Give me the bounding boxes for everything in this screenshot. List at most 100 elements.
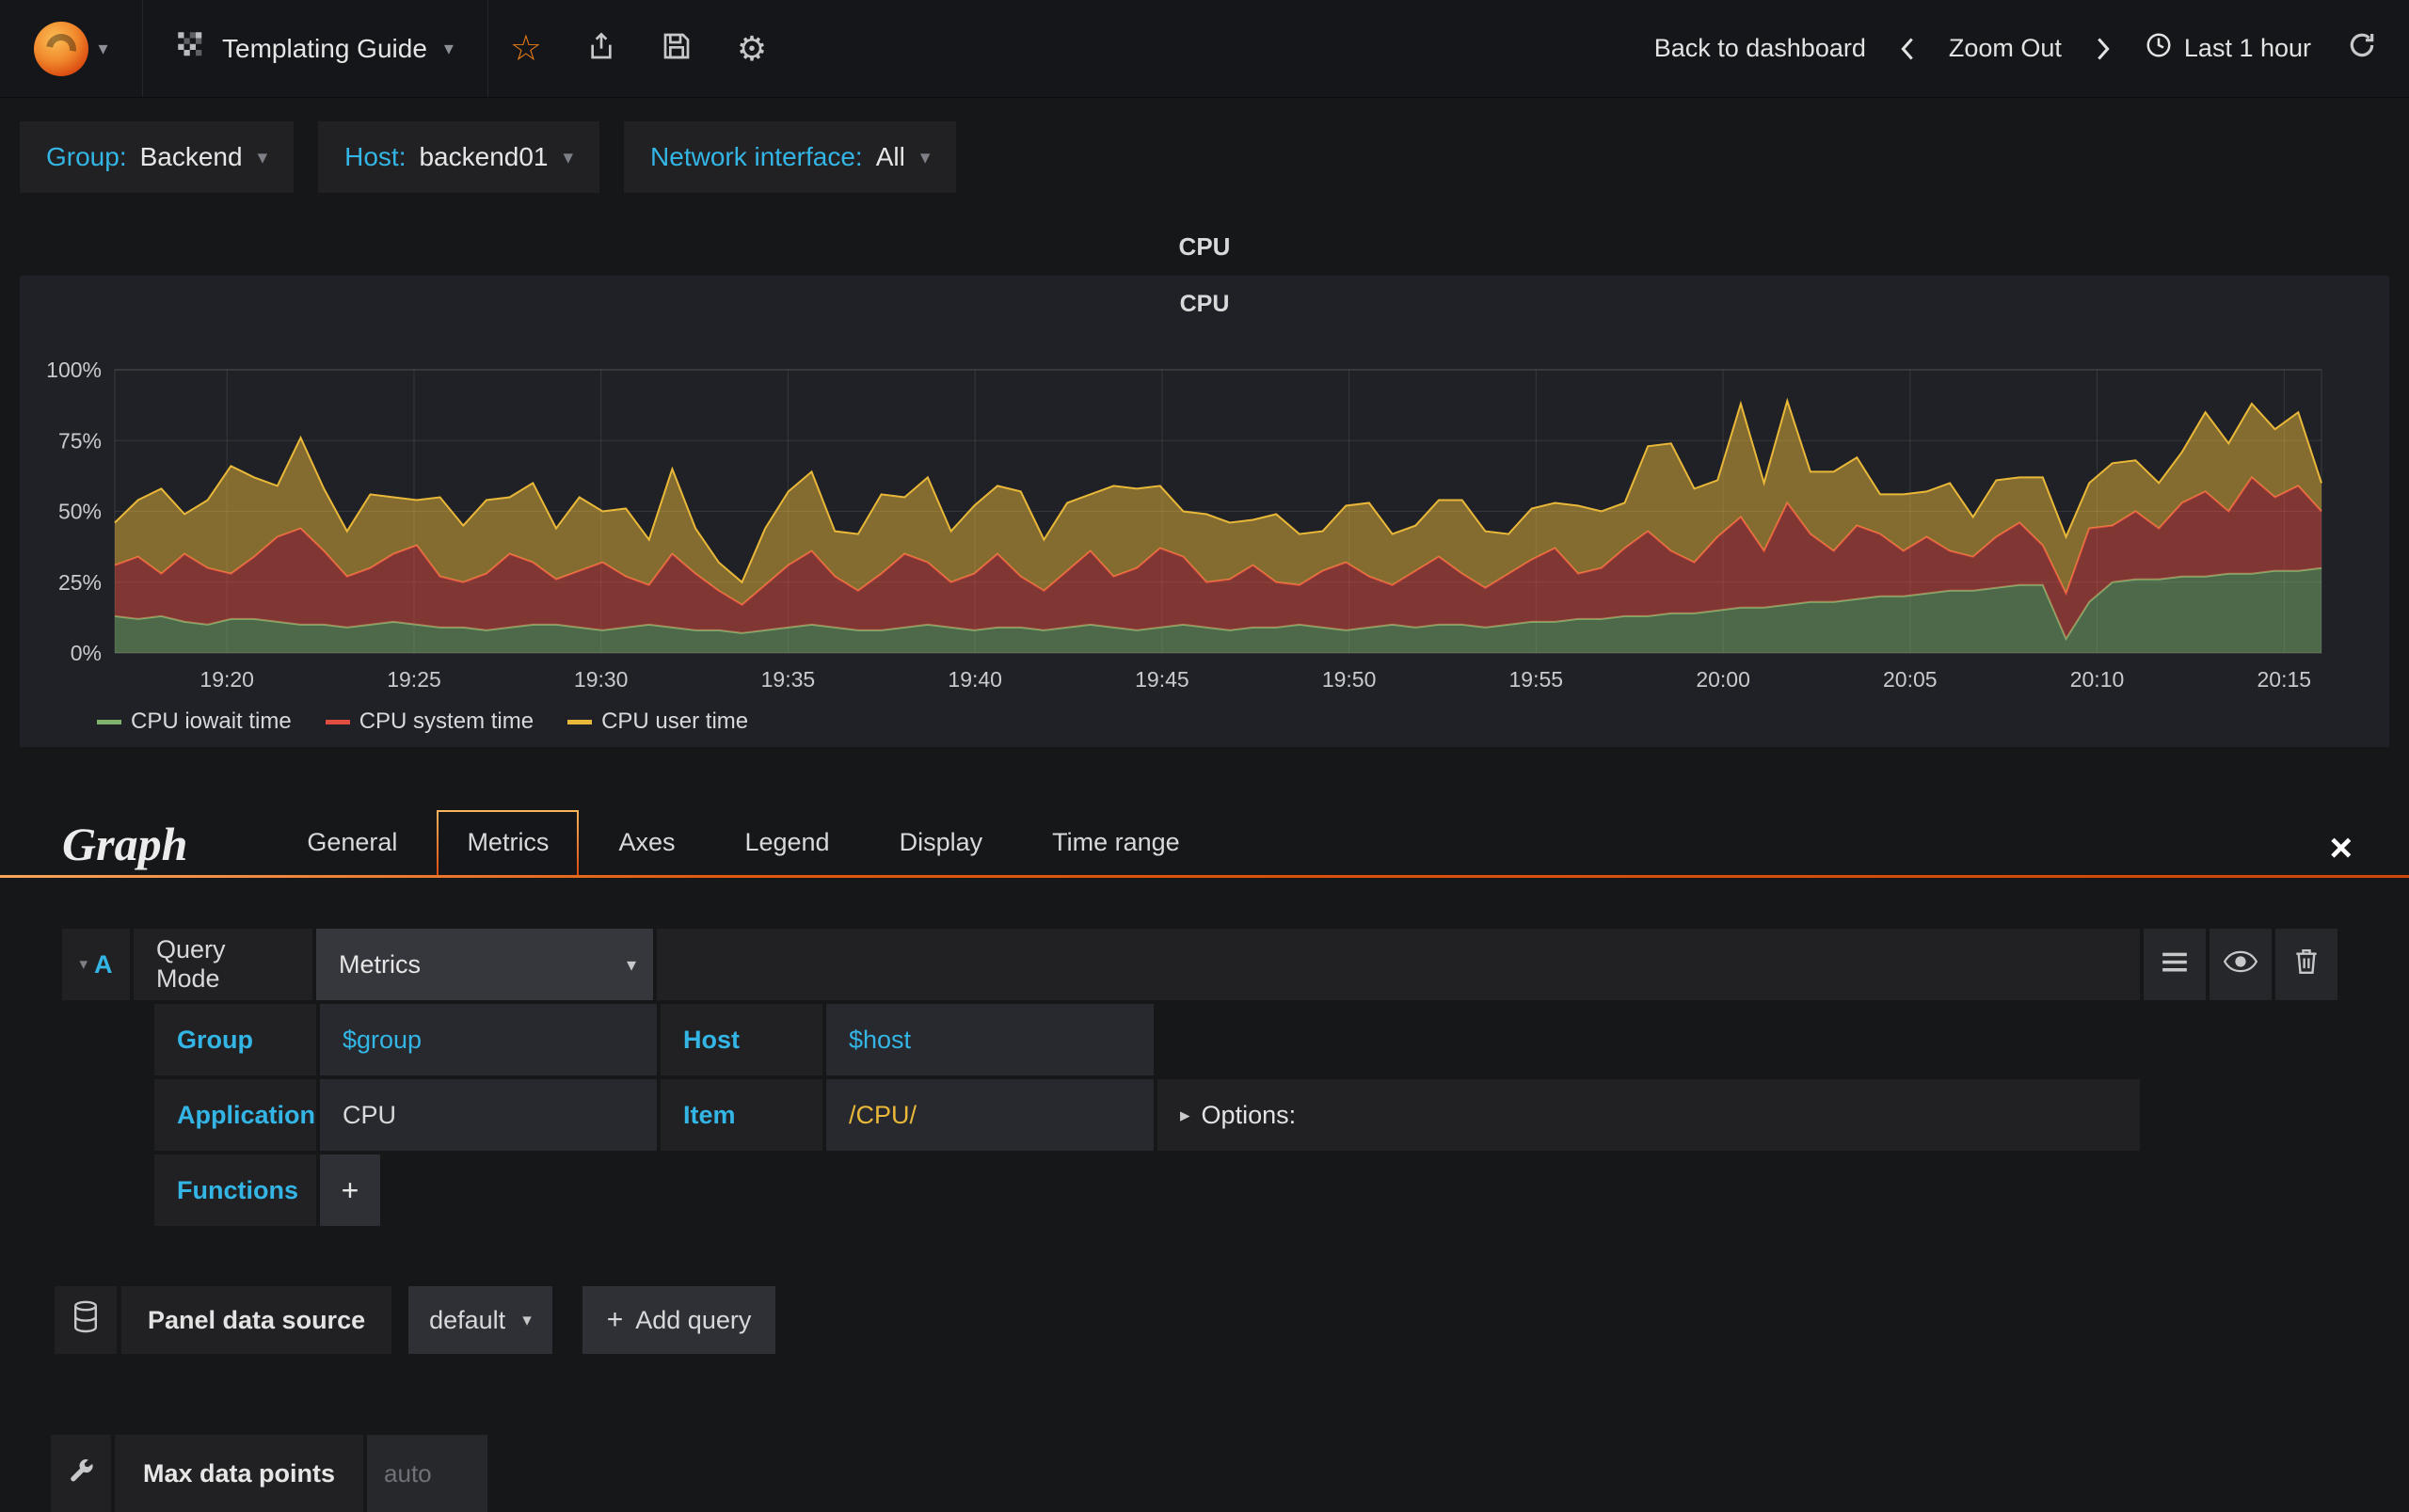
max-data-points-row: Max data points [51, 1435, 2409, 1512]
tab-time-range[interactable]: Time range [1022, 810, 1210, 875]
query-letter: A [94, 949, 113, 979]
query-row-group-host: Group $group Host $host [154, 1004, 2337, 1075]
item-field-input[interactable]: /CPU/ [826, 1079, 1154, 1151]
time-shift-right-button[interactable] [2092, 36, 2114, 62]
cpu-chart[interactable]: 0% 25% 50% 75% 100% 19:20 19:25 19:30 19:35 19:40… [20, 330, 2389, 702]
variable-label: Host: [344, 142, 407, 171]
max-data-points-input[interactable] [367, 1435, 488, 1512]
top-navbar: ▾ Templating Guide ▾ ☆ ⚙ Back to dashboa… [0, 0, 2409, 98]
datasource-select[interactable]: default ▾ [408, 1286, 552, 1354]
query-row-filler [657, 929, 2140, 1000]
svg-text:100%: 100% [46, 358, 102, 382]
dashboard-title: Templating Guide [222, 33, 427, 63]
legend-swatch [325, 719, 350, 724]
add-query-label: Add query [635, 1305, 752, 1334]
datasource-row: Panel data source default ▾ + Add query [55, 1286, 2409, 1354]
query-row-functions: Functions + [154, 1154, 2337, 1226]
svg-text:19:55: 19:55 [1509, 667, 1564, 692]
query-delete-button[interactable] [2275, 929, 2337, 1000]
query-menu-button[interactable] [2144, 929, 2206, 1000]
zoom-out-button[interactable]: Zoom Out [1949, 34, 2062, 63]
trash-icon [2294, 947, 2319, 982]
legend-swatch [567, 719, 593, 724]
grafana-menu-button[interactable]: ▾ [0, 0, 143, 97]
share-dashboard-button[interactable] [564, 0, 639, 97]
svg-text:20:15: 20:15 [2257, 667, 2312, 692]
query-row-main: ▾ A Query Mode Metrics ▾ [62, 929, 2337, 1000]
back-to-dashboard-button[interactable]: Back to dashboard [1654, 34, 1866, 63]
time-range-label: Last 1 hour [2183, 34, 2311, 62]
query-editor: ▾ A Query Mode Metrics ▾ Group $group Ho… [62, 929, 2337, 1226]
options-toggle[interactable]: ▸ Options: [1157, 1079, 2140, 1151]
svg-text:19:20: 19:20 [199, 667, 254, 692]
svg-text:0%: 0% [71, 641, 102, 665]
svg-text:20:10: 20:10 [2070, 667, 2125, 692]
row-panel-title: CPU [1178, 232, 1231, 261]
tab-display[interactable]: Display [869, 810, 1013, 875]
panel-title[interactable]: CPU [20, 276, 2389, 330]
panel-datasource-label: Panel data source [121, 1286, 392, 1354]
svg-text:19:50: 19:50 [1322, 667, 1377, 692]
group-field-input[interactable]: $group [320, 1004, 657, 1075]
svg-text:19:30: 19:30 [574, 667, 629, 692]
tab-metrics[interactable]: Metrics [437, 810, 580, 875]
plus-icon: + [606, 1304, 624, 1335]
query-mode-select[interactable]: Metrics ▾ [316, 929, 653, 1000]
legend-item[interactable]: CPU system time [325, 708, 534, 735]
wrench-icon [67, 1456, 95, 1491]
close-editor-icon[interactable]: × [2329, 828, 2353, 875]
cpu-graph-panel: CPU 0% 25% 50% 75% 100% 19:20 19:25 19:30 19:35 1… [20, 276, 2389, 747]
add-query-button[interactable]: + Add query [582, 1286, 776, 1354]
datasource-value: default [429, 1305, 506, 1334]
dashboard-grid-icon [177, 31, 205, 66]
variable-group-dropdown[interactable]: Group: Backend ▾ [20, 121, 295, 193]
variable-host-dropdown[interactable]: Host: backend01 ▾ [318, 121, 600, 193]
time-range-picker[interactable]: Last 1 hour [2145, 31, 2311, 66]
host-field-input[interactable]: $host [826, 1004, 1154, 1075]
datasource-icon-cell [55, 1286, 117, 1354]
save-dashboard-button[interactable] [639, 0, 714, 97]
template-variables-row: Group: Backend ▾ Host: backend01 ▾ Netwo… [0, 98, 2409, 193]
chart-legend: CPU iowait time CPU system time CPU user t… [20, 702, 2389, 741]
star-icon: ☆ [509, 28, 542, 69]
legend-item[interactable]: CPU user time [567, 708, 748, 735]
share-icon [586, 31, 616, 66]
query-toggle-visibility-button[interactable] [2210, 929, 2272, 1000]
clock-icon [2145, 31, 2173, 66]
variable-network-interface-dropdown[interactable]: Network interface: All ▾ [624, 121, 957, 193]
caret-down-icon: ▾ [626, 954, 636, 976]
item-field-label: Item [661, 1079, 822, 1151]
tabbar-underline [0, 875, 2409, 878]
gear-icon: ⚙ [736, 28, 768, 68]
legend-label: CPU iowait time [131, 708, 292, 734]
query-collapse-toggle[interactable]: ▾ A [62, 929, 130, 1000]
legend-item[interactable]: CPU iowait time [97, 708, 292, 735]
tab-general[interactable]: General [277, 810, 427, 875]
dashboard-title-button[interactable]: Templating Guide ▾ [143, 0, 488, 97]
tab-legend[interactable]: Legend [714, 810, 859, 875]
caret-down-icon: ▾ [563, 146, 574, 168]
svg-text:20:05: 20:05 [1883, 667, 1938, 692]
time-shift-left-button[interactable] [1896, 36, 1919, 62]
variable-value: backend01 [419, 142, 549, 171]
caret-down-icon: ▾ [522, 1310, 532, 1330]
group-field-label: Group [154, 1004, 316, 1075]
panel-type-title: Graph [62, 818, 188, 870]
star-dashboard-button[interactable]: ☆ [488, 0, 564, 97]
panel-editor: Graph General Metrics Axes Legend Display Tim… [0, 805, 2409, 1512]
editor-tabbar: Graph General Metrics Axes Legend Display Tim… [0, 805, 2409, 875]
query-mode-label: Query Mode [134, 929, 312, 1000]
legend-label: CPU system time [359, 708, 534, 734]
host-field-label: Host [661, 1004, 822, 1075]
variable-value: Backend [139, 142, 243, 171]
grafana-logo-icon [34, 21, 89, 76]
add-function-button[interactable]: + [320, 1154, 380, 1226]
refresh-button[interactable] [2347, 30, 2377, 67]
caret-down-icon: ▾ [257, 146, 268, 168]
options-label: Options: [1201, 1100, 1297, 1129]
dashboard-settings-button[interactable]: ⚙ [714, 0, 790, 97]
caret-down-icon: ▾ [919, 146, 931, 168]
tab-axes[interactable]: Axes [588, 810, 705, 875]
application-field-input[interactable]: CPU [320, 1079, 657, 1151]
svg-text:75%: 75% [58, 428, 102, 453]
